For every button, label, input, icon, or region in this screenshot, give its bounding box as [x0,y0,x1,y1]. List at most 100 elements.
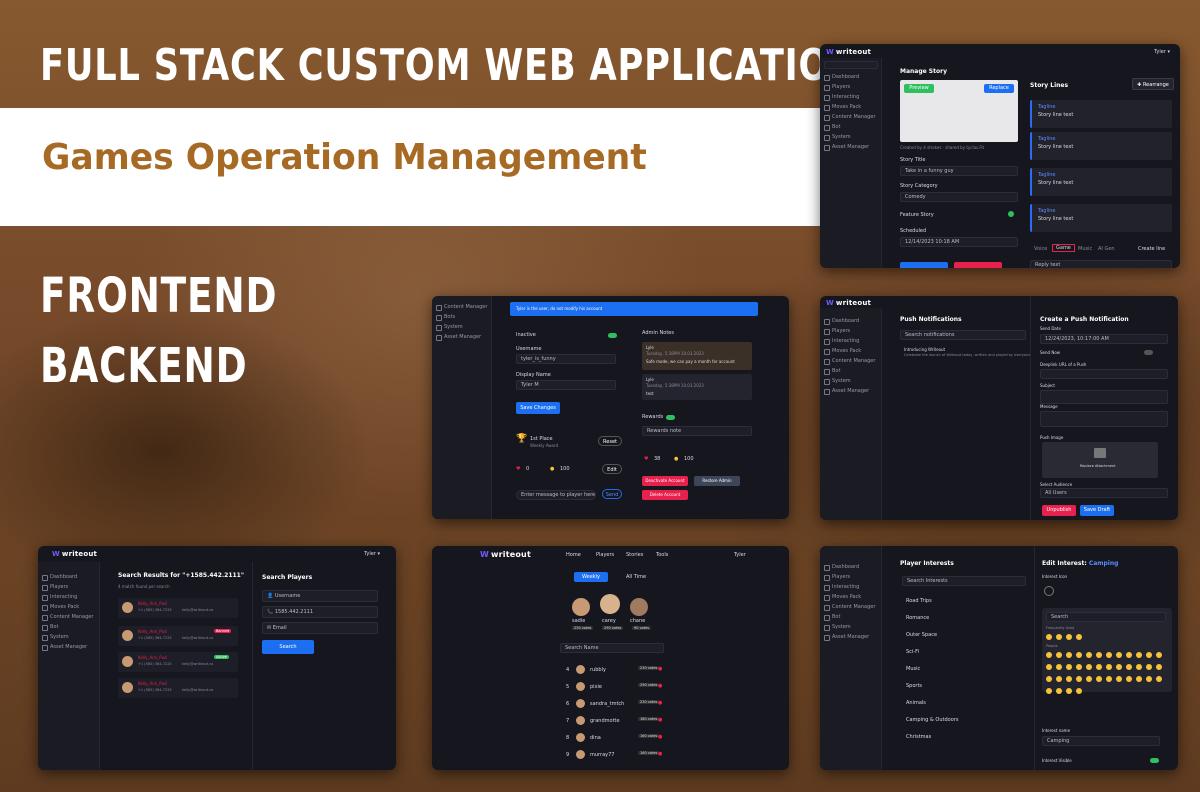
visible-toggle[interactable] [1150,758,1159,763]
save-changes-button[interactable]: Save Changes [516,402,560,414]
sidebar-item[interactable]: Interacting [820,92,881,102]
inactive-toggle[interactable] [608,333,617,338]
rewards-input[interactable]: Rewards note [642,426,752,436]
sidebar-item[interactable]: Interacting [38,592,99,602]
notification-search[interactable]: Search notifications [900,330,1026,340]
sidebar-item[interactable]: System [432,322,491,332]
email-field[interactable]: ✉ Email [262,622,378,634]
image-dropzone[interactable]: Replace Attachment [1042,442,1158,478]
story-line-card[interactable]: Tagline Story line text [1030,132,1172,160]
sidebar-item[interactable]: Moves Pack [820,346,881,356]
sidebar-item[interactable]: Bot [820,366,881,376]
interest-item[interactable]: Camping & Outdoors [906,717,958,723]
sidebar-item[interactable]: Content Manager [432,302,491,312]
rewards-toggle[interactable] [666,415,675,420]
sidebar-item[interactable]: Players [820,572,881,582]
sidebar-item[interactable]: Bot [820,122,881,132]
leaderboard-row[interactable]: 4 rubbly 230 votes ● [432,663,789,677]
interest-search[interactable]: Search Interests [902,576,1026,586]
sidebar-item[interactable]: Moves Pack [820,102,881,112]
feature-check-icon[interactable] [1008,211,1014,217]
user-menu[interactable]: Tyler ▾ [364,551,380,557]
sidebar-item[interactable]: Asset Manager [38,642,99,652]
frequent-emojis[interactable] [1044,632,1084,644]
save-story-button[interactable] [900,262,948,268]
interest-item[interactable]: Romance [906,615,929,621]
unpublish-button[interactable]: Unpublish [1042,505,1076,516]
rearrange-button[interactable]: ✚ Rearrange [1132,78,1174,90]
sidebar-item[interactable]: Interacting [820,582,881,592]
interest-item[interactable]: Road Trips [906,598,932,604]
heart-counter[interactable]: 0 [526,466,529,472]
search-button[interactable]: Search [262,640,314,654]
interest-item[interactable]: Outer Space [906,632,937,638]
sidebar-item[interactable]: Content Manager [38,612,99,622]
result-row[interactable]: Kelly_Ann_Pud +1 (585) 384-7225 kelly@wr… [118,598,238,618]
sidebar-item[interactable]: Asset Manager [432,332,491,342]
display-name-input[interactable]: Tyler M [516,380,616,390]
upload-button[interactable]: Replace Attachment [1080,464,1115,468]
notification-title[interactable]: Introducing Writeout [904,347,945,352]
tab-all-time[interactable]: All Time [626,574,646,580]
schedule-input[interactable]: 12/14/2023 10:18 AM [900,237,1018,247]
leaderboard-row[interactable]: 9 murray77 160 votes ● [432,748,789,762]
story-line-card[interactable]: Tagline Story line text [1030,204,1172,232]
sidebar-item[interactable]: System [38,632,99,642]
message-input[interactable] [1040,411,1168,427]
coin-counter[interactable]: 100 [560,466,570,472]
category-select[interactable]: Comedy [900,192,1018,202]
leaderboard-row[interactable]: 7 grandmotte 180 votes ● [432,714,789,728]
result-row[interactable]: Kelly_Ann_Pud +1 (585) 384-7225 kelly@wr… [118,626,238,646]
restore-admin-button[interactable]: Restore Admin [694,476,740,486]
interest-item[interactable]: Music [906,666,920,672]
sidebar-item[interactable]: Bot [38,622,99,632]
sidebar-search[interactable] [824,61,878,69]
sidebar-item[interactable]: Content Manager [820,356,881,366]
username-field[interactable]: 👤 Username [262,590,378,602]
sidebar-item[interactable]: System [820,622,881,632]
sidebar-item[interactable]: Players [38,582,99,592]
leaderboard-row[interactable]: 8 dina 160 votes ● [432,731,789,745]
emoji-picker[interactable]: Search Frequently Used People [1042,608,1172,694]
tab-voice[interactable]: Voice [1034,246,1047,252]
sidebar-item[interactable]: Asset Manager [820,386,881,396]
result-row[interactable]: Kelly_Ann_Pud +1 (585) 384-7225 kelly@wr… [118,678,238,698]
interest-item[interactable]: Animals [906,700,926,706]
replace-button[interactable]: Replace [984,84,1014,93]
leaderboard-row[interactable]: 5 pixie 290 votes ● [432,680,789,694]
sidebar-item[interactable]: Players [820,82,881,92]
story-line-card[interactable]: Tagline Story line text [1030,168,1172,196]
sidebar-item[interactable]: Content Manager [820,602,881,612]
edit-button[interactable]: Edit [602,464,622,474]
nav-players[interactable]: Players [596,552,614,558]
story-title-input[interactable]: Take in a funny guy [900,166,1018,176]
nav-home[interactable]: Home [566,552,581,558]
sidebar-item[interactable]: Moves Pack [820,592,881,602]
interest-item[interactable]: Sci-Fi [906,649,919,655]
sidebar-item[interactable]: System [820,376,881,386]
sidebar-item[interactable]: Moves Pack [38,602,99,612]
username-input[interactable]: tyler_is_funny [516,354,616,364]
tab-game[interactable]: Game [1052,244,1075,252]
nav-stories[interactable]: Stories [626,552,643,558]
nav-tools[interactable]: Tools [656,552,668,558]
create-line-link[interactable]: Create line [1138,246,1165,252]
result-row[interactable]: Kelly_Ann_Pud +1 (585) 384-7225 kelly@wr… [118,652,238,672]
sidebar-item[interactable]: Content Manager [820,112,881,122]
interest-name-input[interactable]: Camping [1042,736,1160,746]
deeplink-input[interactable] [1040,369,1168,379]
sidebar-item[interactable]: Bots [432,312,491,322]
tab-ai-gen[interactable]: AI Gen [1098,246,1115,252]
preview-button[interactable]: Preview [904,84,934,93]
deactivate-account-button[interactable]: Deactivate Account [642,476,688,486]
sidebar-item[interactable]: Dashboard [820,72,881,82]
emoji-search[interactable]: Search [1046,612,1166,622]
audience-select[interactable]: All Users [1040,488,1168,498]
story-line-card[interactable]: Tagline Story line text [1030,100,1172,128]
reset-button[interactable]: Reset [598,436,622,446]
sidebar-item[interactable]: Asset Manager [820,632,881,642]
sidebar-item[interactable]: Asset Manager [820,142,881,152]
send-button[interactable]: Send [602,489,622,499]
sidebar-item[interactable]: System [820,132,881,142]
subject-input[interactable] [1040,390,1168,404]
